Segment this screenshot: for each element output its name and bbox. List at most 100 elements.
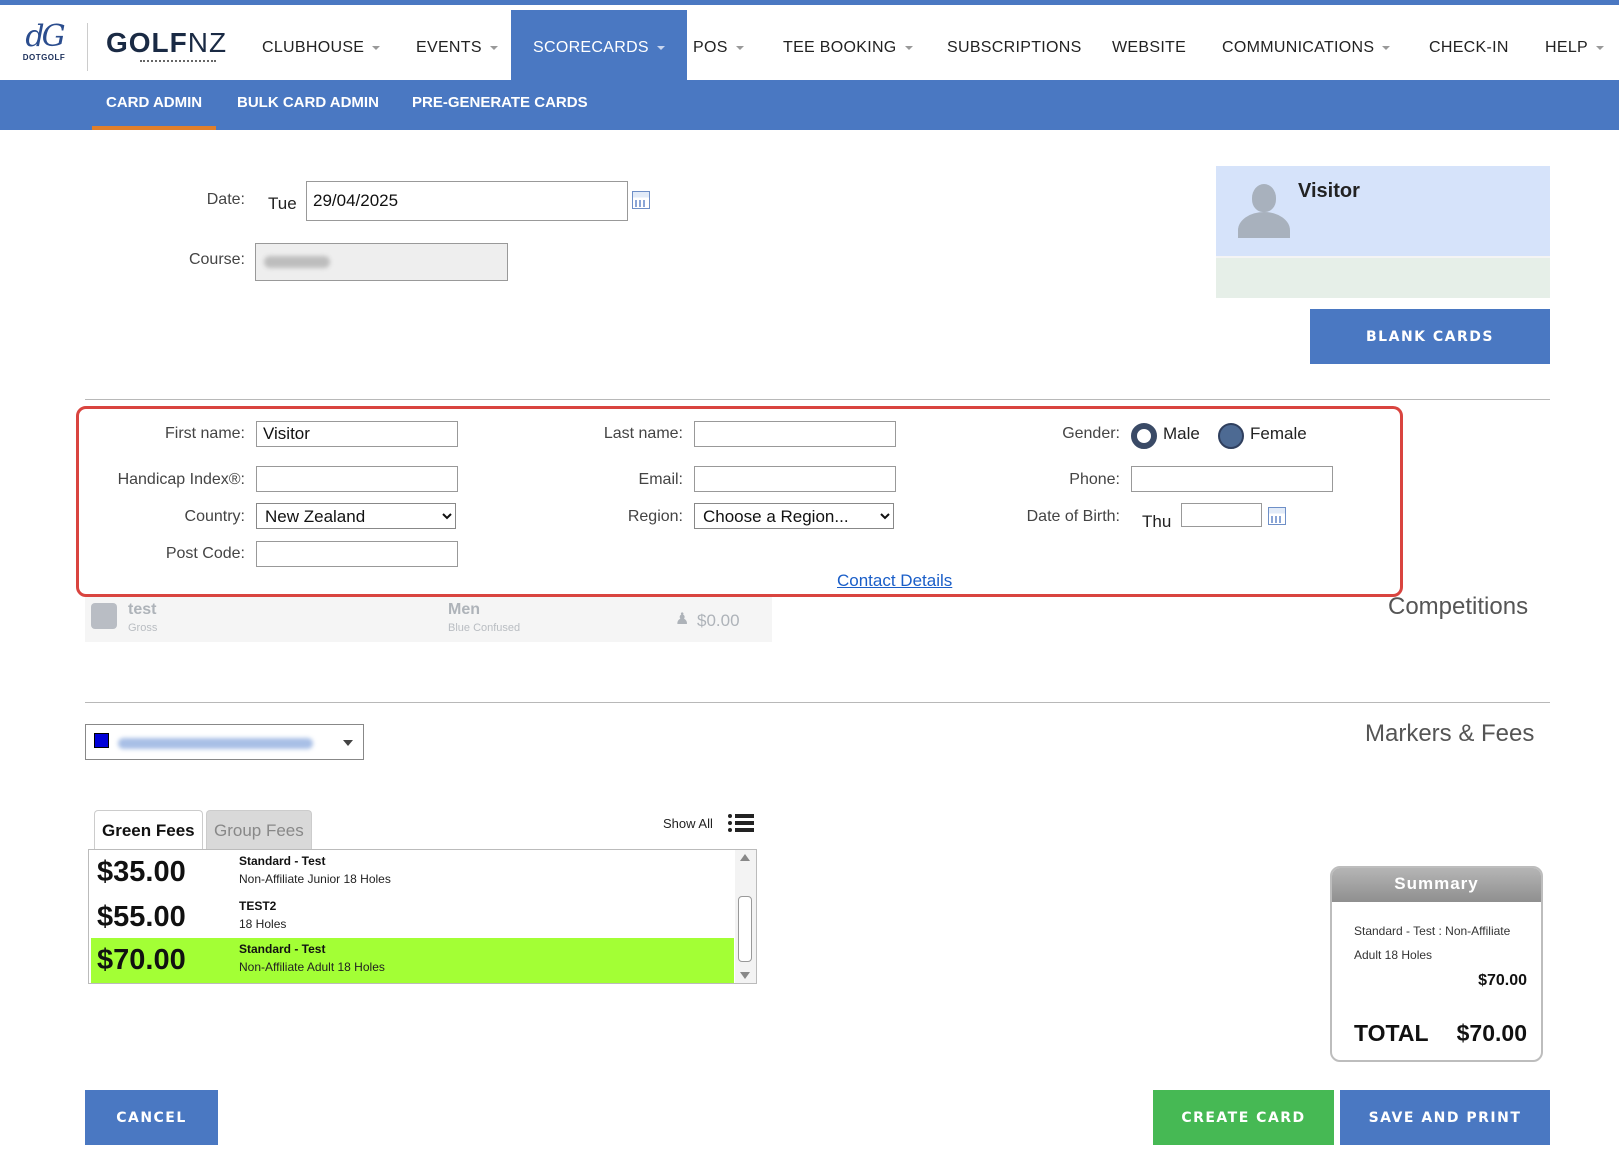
contact-details-link[interactable]: Contact Details — [837, 571, 952, 591]
gender-female-label: Female — [1250, 424, 1307, 443]
show-all-label[interactable]: Show All — [663, 816, 713, 831]
email-label: Email: — [638, 471, 683, 488]
region-select[interactable]: Choose a Region... — [694, 503, 894, 529]
summary-item-line2: Adult 18 Holes — [1354, 948, 1433, 962]
postcode-label: Post Code: — [165, 545, 245, 562]
handicap-input[interactable] — [256, 466, 458, 492]
last-name-input[interactable] — [694, 421, 896, 447]
chevron-down-icon — [904, 45, 913, 50]
gender-label: Gender: — [1062, 425, 1120, 442]
cancel-button[interactable]: CANCEL — [85, 1090, 218, 1145]
nav-clubhouse[interactable]: CLUBHOUSE — [262, 10, 381, 85]
tab-green-fees[interactable]: Green Fees — [94, 810, 203, 850]
nav-subscriptions[interactable]: SUBSCRIPTIONS — [947, 10, 1082, 85]
date-day: Tue — [268, 194, 297, 213]
dob-day: Thu — [1142, 512, 1172, 531]
nav-events-label: EVENTS — [416, 39, 482, 56]
golfnz-logo-light: NZ — [187, 27, 228, 58]
green-fees-list: $35.00 Standard - Test Non-Affiliate Jun… — [88, 849, 757, 984]
nav-tee-booking[interactable]: TEE BOOKING — [783, 10, 913, 85]
subnav-card-admin[interactable]: CARD ADMIN — [92, 80, 217, 130]
top-navbar: dG DOTGOLF GOLFNZ CLUBHOUSE EVENTS SCORE… — [0, 0, 1619, 85]
chevron-down-icon — [1596, 45, 1604, 50]
marker-select[interactable] — [85, 724, 364, 760]
fee-row[interactable]: $55.00 TEST2 18 Holes — [91, 895, 734, 940]
gender-male-label: Male — [1163, 424, 1200, 443]
save-and-print-button[interactable]: SAVE AND PRINT — [1340, 1090, 1550, 1145]
list-icon-line — [728, 828, 754, 832]
summary-total-value: $70.00 — [1456, 1020, 1527, 1046]
fee-price: $70.00 — [97, 944, 186, 976]
fee-name: Standard - Test — [239, 854, 326, 868]
competition-price: $0.00 — [697, 611, 740, 630]
gender-female-radio[interactable] — [1218, 423, 1244, 449]
subnav-bulk-card-admin[interactable]: BULK CARD ADMIN — [237, 80, 379, 130]
summary-panel: Summary Standard - Test : Non-Affiliate … — [1330, 866, 1543, 1062]
nav-events[interactable]: EVENTS — [416, 10, 498, 85]
nav-scorecards-label: SCORECARDS — [533, 39, 649, 56]
fee-row-selected[interactable]: $70.00 Standard - Test Non-Affiliate Adu… — [91, 938, 734, 983]
calendar-icon[interactable] — [1268, 507, 1286, 525]
course-value-redacted — [264, 256, 330, 268]
user-avatar-icon — [1236, 182, 1292, 240]
blank-cards-button[interactable]: BLANK CARDS — [1310, 309, 1550, 364]
chevron-down-icon — [372, 45, 381, 50]
caret-down-icon — [343, 740, 353, 746]
summary-item-line1: Standard - Test : Non-Affiliate — [1354, 924, 1511, 938]
competition-row[interactable]: test Gross Men Blue Confused ♟ $0.00 — [85, 597, 772, 642]
marker-value-redacted — [118, 738, 313, 749]
nav-check-in[interactable]: CHECK-IN — [1429, 10, 1509, 85]
tab-group-fees[interactable]: Group Fees — [206, 810, 312, 850]
first-name-input[interactable]: Visitor — [256, 421, 458, 447]
competition-checkbox[interactable] — [91, 603, 117, 629]
fee-price: $55.00 — [97, 901, 186, 933]
list-icon[interactable] — [728, 813, 754, 833]
fee-price: $35.00 — [97, 856, 186, 888]
nav-website[interactable]: WEBSITE — [1112, 10, 1186, 85]
fee-description: Non-Affiliate Junior 18 Holes — [239, 872, 391, 886]
nav-check-in-label: CHECK-IN — [1429, 39, 1509, 56]
country-select[interactable]: New Zealand — [256, 503, 456, 529]
scroll-down-arrow-icon[interactable] — [740, 972, 750, 979]
calendar-icon[interactable] — [632, 191, 650, 209]
nav-help[interactable]: HELP — [1545, 10, 1604, 85]
chevron-down-icon — [735, 45, 744, 50]
country-label: Country: — [184, 508, 245, 525]
competitions-title: Competitions — [1388, 593, 1529, 620]
avatar-head — [1252, 184, 1276, 212]
create-card-button[interactable]: CREATE CARD — [1153, 1090, 1334, 1145]
nav-website-label: WEBSITE — [1112, 39, 1187, 56]
nav-pos-label: POS — [693, 39, 728, 56]
first-name-label: First name: — [164, 425, 245, 442]
marker-color-swatch — [94, 733, 109, 748]
fee-description: 18 Holes — [239, 917, 287, 931]
nav-communications[interactable]: COMMUNICATIONS — [1222, 10, 1391, 85]
chevron-down-icon — [1382, 45, 1391, 50]
course-input — [255, 243, 508, 281]
date-input[interactable]: 29/04/2025 — [306, 181, 628, 221]
golfnz-logo-bold: GOLF — [106, 27, 188, 58]
fee-row[interactable]: $35.00 Standard - Test Non-Affiliate Jun… — [91, 850, 734, 895]
subnav-pre-generate-cards[interactable]: PRE-GENERATE CARDS — [412, 80, 588, 130]
phone-input[interactable] — [1131, 466, 1333, 492]
fee-description: Non-Affiliate Adult 18 Holes — [239, 960, 385, 974]
nav-scorecards[interactable]: SCORECARDS — [511, 10, 687, 85]
competition-tee: Blue Confused — [448, 622, 521, 634]
summary-item-amount: $70.00 — [1478, 972, 1527, 989]
nav-tee-booking-label: TEE BOOKING — [783, 39, 897, 56]
region-label: Region: — [627, 508, 683, 525]
nav-pos[interactable]: POS — [693, 10, 744, 85]
dob-input[interactable] — [1181, 503, 1262, 527]
fees-scrollbar[interactable] — [735, 850, 756, 983]
scrollbar-thumb[interactable] — [738, 896, 752, 962]
avatar-body — [1238, 212, 1290, 238]
competition-name: test — [128, 601, 157, 618]
gender-male-radio[interactable] — [1131, 423, 1157, 449]
golfnz-logo: GOLFNZ — [106, 29, 227, 63]
golfnz-logo-tagline — [140, 60, 216, 63]
course-label: Course: — [188, 251, 245, 268]
postcode-input[interactable] — [256, 541, 458, 567]
scroll-up-arrow-icon[interactable] — [740, 854, 750, 861]
dotgolf-logo[interactable]: dG DOTGOLF — [18, 21, 70, 73]
email-input[interactable] — [694, 466, 896, 492]
